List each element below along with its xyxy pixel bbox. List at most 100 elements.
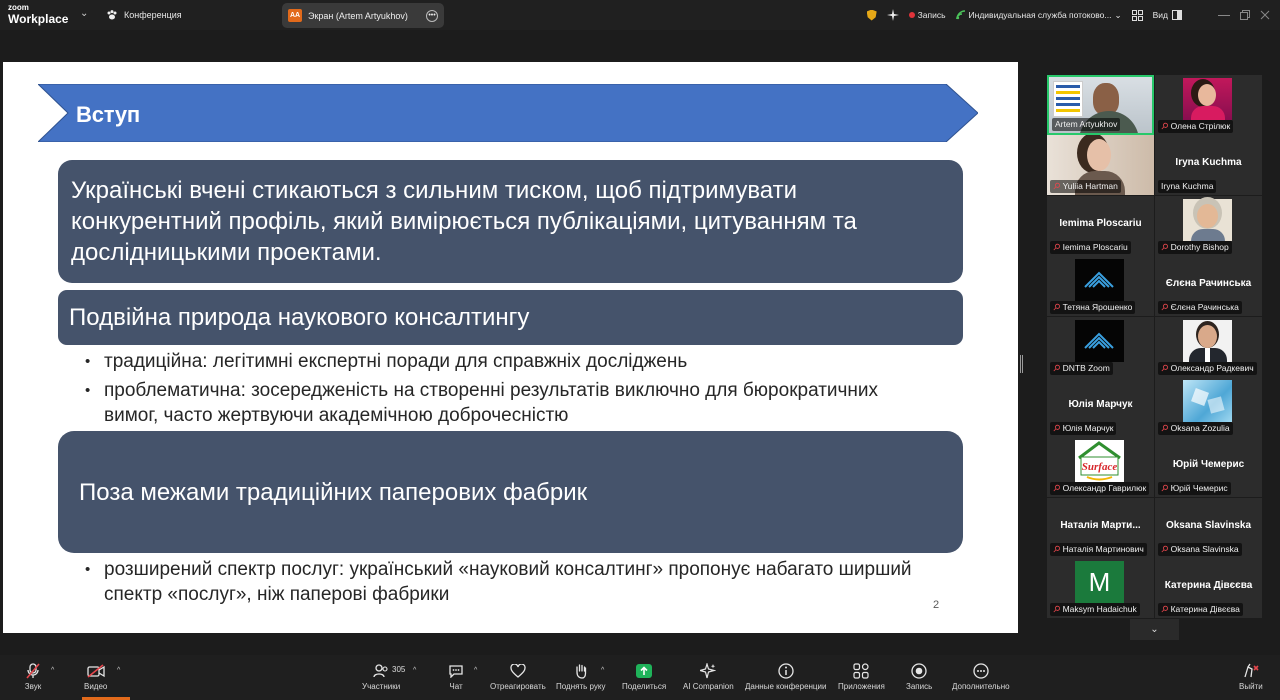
stream-indicator[interactable]: Индивидуальная служба потоково... ⌄: [955, 9, 1122, 21]
meeting-data-button[interactable]: Данные конференции: [745, 663, 826, 691]
audio-button[interactable]: Звук: [24, 663, 42, 691]
participant-tile[interactable]: ⚲ Dorothy Bishop: [1155, 195, 1262, 256]
participant-tile[interactable]: Surface ⚲ Олександр Гаврилюк: [1047, 437, 1154, 498]
participant-name-label: ⚲ Олександр Гаврилюк: [1050, 482, 1150, 496]
participant-name-center: Юрій Чемерис: [1172, 459, 1245, 471]
ai-sparkle-icon[interactable]: [886, 9, 899, 21]
participant-tile[interactable]: Iryna Kuchma Iryna Kuchma: [1155, 135, 1262, 196]
tab-meeting[interactable]: Конференция: [106, 5, 182, 25]
participant-tile[interactable]: Єлєна Рачинська ⚲ Єлєна Рачинська: [1155, 256, 1262, 317]
tab-screen-share[interactable]: AA Экран (Artem Artyukhov) •••: [282, 3, 444, 28]
participant-avatar: [1183, 380, 1232, 422]
chevron-down-icon: ⌄: [1114, 9, 1122, 20]
more-options-icon[interactable]: •••: [426, 9, 438, 22]
apps-button[interactable]: Приложения: [838, 663, 885, 691]
chat-caret-icon[interactable]: ^: [474, 667, 477, 674]
beyond-paper-mills-box: Поза межами традиційних паперових фабрик: [58, 431, 963, 553]
grid-view-icon[interactable]: [1131, 9, 1143, 21]
participant-name-label: ⚲ Юрій Чемерис: [1158, 482, 1231, 496]
raise-hand-button[interactable]: Поднять руку: [556, 663, 605, 691]
ai-companion-icon: [700, 663, 717, 679]
participant-tile[interactable]: ⚲ Олександр Радкевич: [1155, 316, 1262, 377]
participant-tile[interactable]: ⚲ DNTB Zoom: [1047, 316, 1154, 377]
share-label: Поделиться: [622, 682, 667, 691]
participant-name: Олена Стрілюк: [1170, 121, 1231, 131]
dual-nature-box: Подвійна природа наукового консалтингу: [58, 290, 963, 345]
participant-name: Тетяна Ярошенко: [1062, 302, 1133, 313]
view-button[interactable]: Вид: [1153, 10, 1182, 20]
chat-button[interactable]: Чат: [447, 663, 465, 691]
participant-name-center: Наталія Марти...: [1060, 519, 1141, 531]
bullet-item: розширений спектр послуг: український «н…: [85, 557, 935, 607]
participant-name-label: ⚲ DNTB Zoom: [1050, 361, 1113, 375]
meeting-tab-label: Конференция: [124, 10, 182, 20]
restore-icon[interactable]: [1240, 10, 1250, 20]
heart-icon: [510, 664, 526, 678]
zoom-workplace-logo[interactable]: zoom Workplace: [8, 4, 68, 26]
more-button[interactable]: Дополнительно: [952, 663, 1010, 691]
react-label: Отреагировать: [490, 682, 546, 691]
participant-tile[interactable]: ⚲ Oksana Zozulia: [1155, 377, 1262, 437]
participant-tile[interactable]: M ⚲ Maksym Hadaichuk: [1047, 558, 1154, 619]
participant-name-center: Iemima Ploscariu: [1059, 217, 1142, 229]
participant-gallery: Artem Artyukhov ⚲ Олена Стрілюк ⚲ Yuliia Har…: [1047, 75, 1262, 619]
participant-tile[interactable]: Юрій Чемерис ⚲ Юрій Чемерис: [1155, 437, 1262, 498]
participant-name-center: Єлєна Рачинська: [1165, 278, 1252, 290]
video-label: Видео: [84, 682, 108, 691]
participant-tile[interactable]: ⚲ Yuliia Hartman: [1047, 135, 1154, 196]
audio-label: Звук: [24, 682, 42, 691]
chevron-down-icon: ⌄: [1150, 624, 1159, 635]
participant-tile[interactable]: Artem Artyukhov: [1047, 75, 1154, 135]
participant-name-label: ⚲ Наталія Мартинович: [1050, 542, 1147, 556]
ai-companion-button[interactable]: AI Companion: [683, 663, 734, 691]
view-layout-icon: [1172, 10, 1182, 20]
view-label: Вид: [1152, 10, 1168, 20]
screen-tab-label: Экран (Artem Artyukhov): [308, 10, 408, 21]
participant-tile[interactable]: Iemima Ploscariu ⚲ Iemima Ploscariu: [1047, 195, 1154, 256]
record-icon: [911, 663, 927, 679]
mic-muted-icon: ⚲: [1050, 482, 1063, 495]
record-button[interactable]: Запись: [906, 663, 932, 691]
svg-text:Surface: Surface: [1082, 461, 1118, 473]
mic-muted-icon: ⚲: [1050, 361, 1063, 374]
mic-muted-icon: ⚲: [1050, 543, 1063, 555]
video-off-icon: [87, 664, 105, 678]
participant-tile[interactable]: Oksana Slavinska ⚲ Oksana Slavinska: [1155, 497, 1262, 558]
close-icon[interactable]: [1260, 10, 1270, 20]
leave-button[interactable]: Выйти: [1239, 663, 1263, 691]
audio-options-caret-icon[interactable]: ^: [51, 667, 54, 674]
video-button[interactable]: Видео: [84, 663, 107, 691]
dntb-logo-icon: [1075, 259, 1124, 302]
participant-name: Maksym Hadaichuk: [1062, 604, 1137, 615]
gallery-scroll-down-button[interactable]: ⌄: [1130, 619, 1179, 640]
mic-muted-icon: ⚲: [1050, 241, 1063, 253]
participant-name-label: ⚲ Олена Стрілюк: [1158, 120, 1234, 133]
participant-tile[interactable]: Наталія Марти... ⚲ Наталія Мартинович: [1047, 497, 1154, 558]
participant-tile[interactable]: Катерина Дівєєва ⚲ Катерина Дівєєва: [1155, 558, 1262, 619]
chevron-down-icon[interactable]: ⌄: [80, 8, 88, 19]
participant-tile[interactable]: Юлія Марчук ⚲ Юлія Марчук: [1047, 377, 1154, 437]
participant-tile[interactable]: ⚲ Олена Стрілюк: [1155, 75, 1262, 135]
participant-name-label: ⚲ Oksana Slavinska: [1158, 542, 1242, 556]
participant-name-label: ⚲ Iemima Ploscariu: [1050, 240, 1131, 254]
signal-icon: [955, 10, 965, 20]
participants-caret-icon[interactable]: ^: [413, 667, 416, 674]
mic-muted-icon: [26, 663, 40, 679]
video-options-caret-icon[interactable]: ^: [117, 667, 120, 674]
security-shield-icon[interactable]: [866, 9, 877, 21]
participant-tile[interactable]: ⚲ Тетяна Ярошенко: [1047, 256, 1154, 317]
raise-hand-caret-icon[interactable]: ^: [601, 667, 604, 674]
hand-icon: [576, 664, 586, 679]
resize-handle[interactable]: [1020, 355, 1023, 373]
mic-muted-icon: ⚲: [1050, 301, 1063, 314]
recording-indicator[interactable]: Запись: [908, 10, 946, 20]
participants-count: 305: [392, 665, 406, 674]
slide-title-banner: Вступ: [38, 84, 978, 142]
mic-muted-icon: ⚲: [1158, 301, 1171, 314]
minimize-icon[interactable]: [1218, 14, 1230, 16]
slide-title: Вступ: [76, 102, 140, 127]
react-button[interactable]: Отреагировать: [490, 663, 546, 691]
share-button[interactable]: Поделиться: [622, 663, 666, 691]
beyond-paper-mills-text: Поза межами традиційних паперових фабрик: [79, 479, 588, 506]
participant-name: Dorothy Bishop: [1170, 241, 1229, 252]
